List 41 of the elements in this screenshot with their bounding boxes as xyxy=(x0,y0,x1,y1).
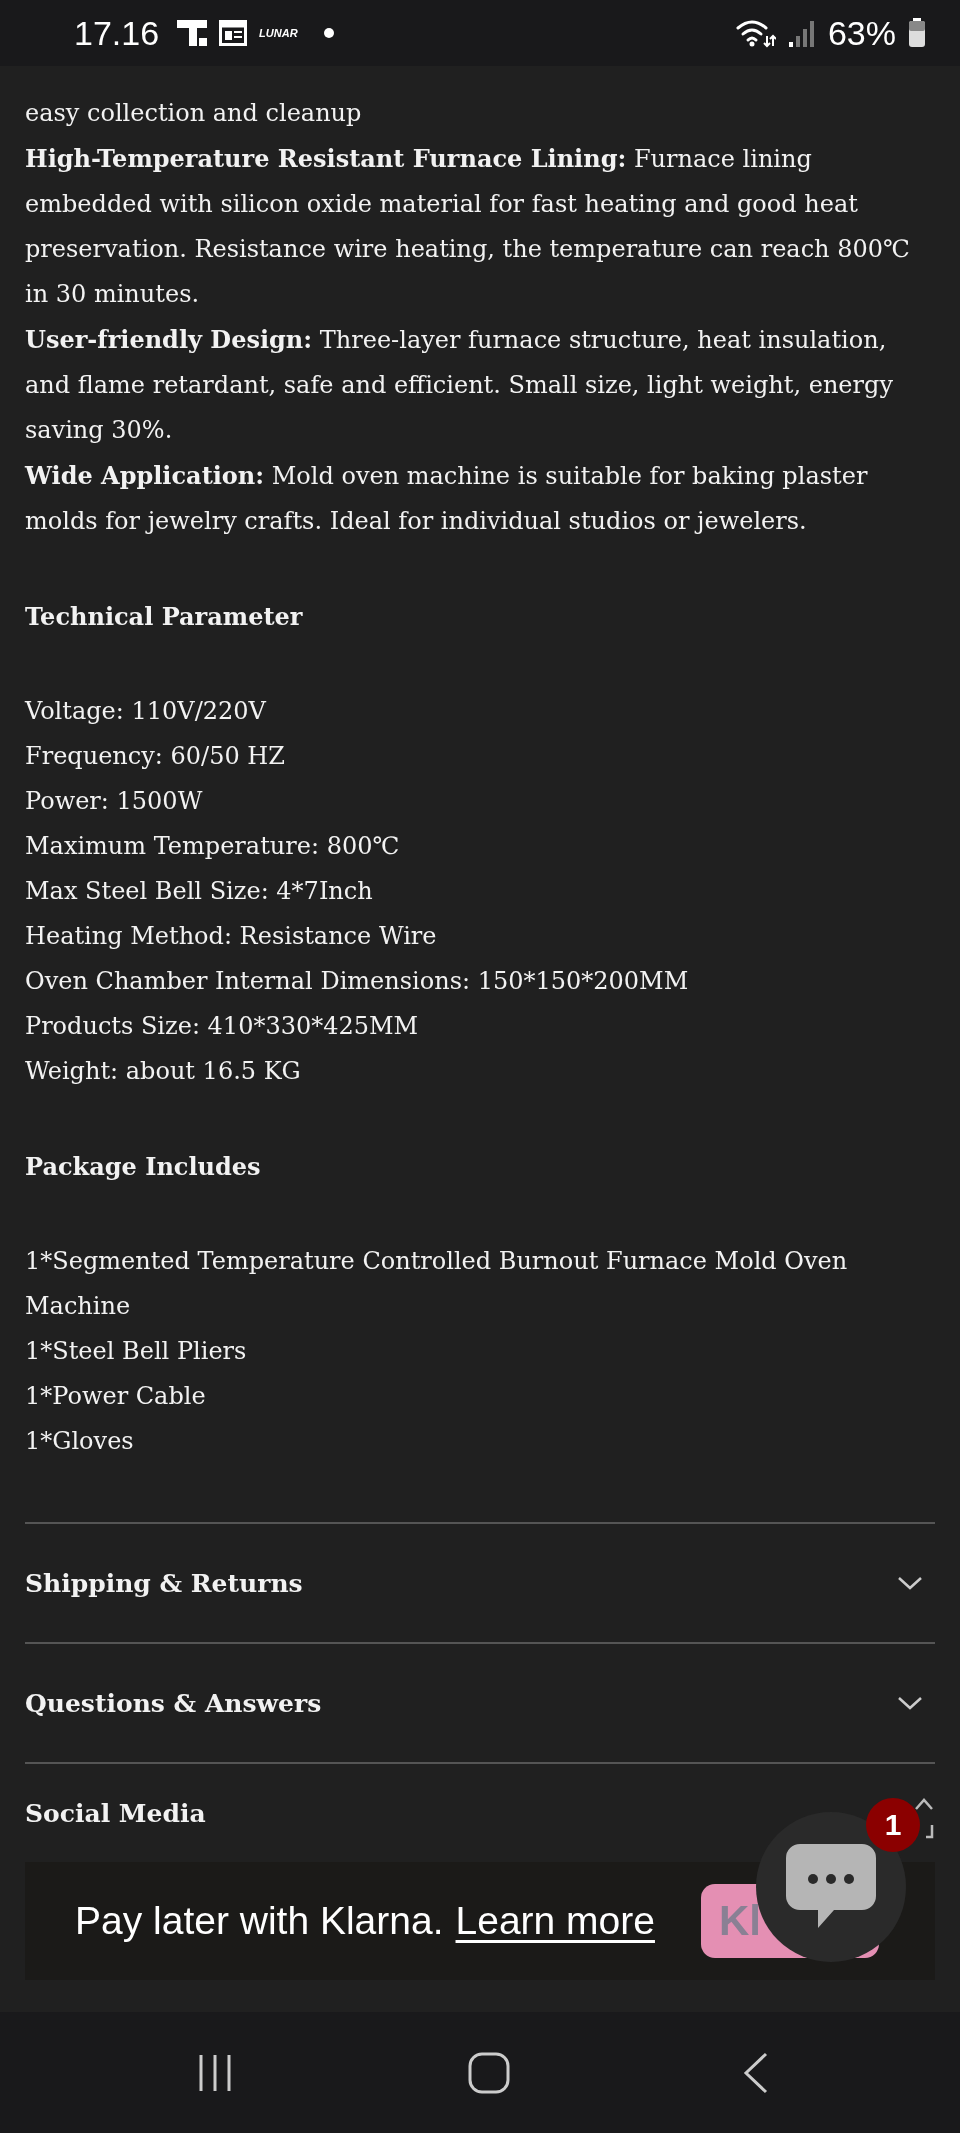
accordion-title: Questions & Answers xyxy=(25,1688,322,1718)
spec-line: Power: 1500W xyxy=(25,786,204,817)
app-label: LUNAR xyxy=(259,27,298,39)
spec-line: 1*Segmented Temperature Controlled Burnout Furnace Mold Oven Machine xyxy=(25,1246,849,1322)
learn-more-link[interactable]: Learn more xyxy=(455,1899,655,1943)
accordion-title: Social Media xyxy=(25,1798,206,1828)
description-paragraph: User-friendly Design: Three-layer furnace structure, heat insulation, and flame retardant, safe and efficient. Small size, light weight, energy saving 30%. xyxy=(25,324,894,446)
signal-icon xyxy=(787,18,816,48)
chat-bubble-icon xyxy=(786,1844,876,1930)
spec-line: Heating Method: Resistance Wire xyxy=(25,921,438,952)
chevron-down-icon xyxy=(897,1575,923,1591)
spec-line: 1*Gloves xyxy=(25,1426,135,1457)
t-logo-icon xyxy=(177,20,208,46)
klarna-text: Pay later with Klarna. xyxy=(75,1899,444,1943)
back-icon[interactable] xyxy=(742,2051,770,2094)
accordion-header[interactable]: Shipping & Returns xyxy=(25,1522,935,1642)
spec-line: 1*Power Cable xyxy=(25,1381,207,1412)
battery-icon xyxy=(908,18,926,48)
spec-line: Weight: about 16.5 KG xyxy=(25,1056,302,1087)
home-icon[interactable] xyxy=(467,2051,510,2094)
description-paragraph: easy collection and cleanup xyxy=(25,98,363,129)
spec-line: Frequency: 60/50 HZ xyxy=(25,741,286,772)
newspaper-icon xyxy=(219,20,248,46)
clock-time: 17.16 xyxy=(74,13,160,53)
section-heading: Package Includes xyxy=(25,1151,262,1183)
notification-badge: 1 xyxy=(866,1798,920,1852)
chevron-down-icon xyxy=(897,1695,923,1711)
spec-line: 1*Steel Bell Pliers xyxy=(25,1336,248,1367)
wifi-icon xyxy=(735,18,776,48)
section-heading: Technical Parameter xyxy=(25,601,304,633)
spec-line: Oven Chamber Internal Dimensions: 150*150*200MM xyxy=(25,966,690,997)
description-paragraph: Wide Application: Mold oven machine is suitable for baking plaster molds for jewelry crafts. Ideal for individual studios or jewelers. xyxy=(25,460,869,537)
spec-line: Max Steel Bell Size: 4*7Inch xyxy=(25,876,374,907)
description-paragraph: High-Temperature Resistant Furnace Lining: Furnace lining embedded with silicon oxide material for fast heating and good heat preservation. Resistance wire heating, the temperature can reach 800℃ in 30 minutes. xyxy=(25,143,911,310)
accordion-title: Shipping & Returns xyxy=(25,1568,303,1598)
battery-percent: 63% xyxy=(827,13,896,53)
spec-line: Voltage: 110V/220V xyxy=(25,696,268,727)
spec-line: Maximum Temperature: 800℃ xyxy=(25,831,401,862)
notification-dot xyxy=(323,28,334,38)
spec-line: Products Size: 410*330*425MM xyxy=(25,1011,420,1042)
accordion-header[interactable]: Questions & Answers xyxy=(25,1642,935,1762)
